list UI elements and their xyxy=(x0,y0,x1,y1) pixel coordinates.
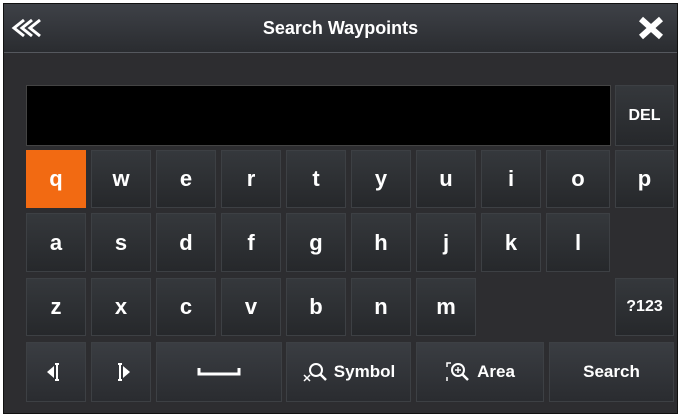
search-waypoints-dialog: Search Waypoints DEL q w e r t y u i o p… xyxy=(3,3,678,414)
symbol-button[interactable]: Symbol xyxy=(286,342,411,402)
key-l[interactable]: l xyxy=(546,213,610,272)
key-j[interactable]: j xyxy=(416,213,476,272)
area-label: Area xyxy=(477,362,515,381)
key-x[interactable]: x xyxy=(91,278,151,336)
page-title: Search Waypoints xyxy=(262,18,419,38)
close-icon xyxy=(638,16,664,40)
symbol-label: Symbol xyxy=(333,362,396,381)
space-bar-icon xyxy=(197,368,241,376)
key-q[interactable]: q xyxy=(26,150,86,208)
close-button[interactable] xyxy=(631,10,671,46)
key-v[interactable]: v xyxy=(221,278,281,336)
key-p[interactable]: p xyxy=(615,150,674,208)
key-s[interactable]: s xyxy=(91,213,151,272)
key-u[interactable]: u xyxy=(416,150,476,208)
search-input[interactable] xyxy=(26,85,611,146)
area-search-icon xyxy=(446,362,469,381)
key-f[interactable]: f xyxy=(221,213,281,272)
key-y[interactable]: y xyxy=(351,150,411,208)
key-o[interactable]: o xyxy=(546,150,610,208)
cursor-right-icon xyxy=(118,363,130,381)
key-n[interactable]: n xyxy=(351,278,411,336)
key-d[interactable]: d xyxy=(156,213,216,272)
key-z[interactable]: z xyxy=(26,278,86,336)
key-w[interactable]: w xyxy=(91,150,151,208)
key-m[interactable]: m xyxy=(416,278,476,336)
key-k[interactable]: k xyxy=(481,213,541,272)
key-r[interactable]: r xyxy=(221,150,281,208)
key-h[interactable]: h xyxy=(351,213,411,272)
key-e[interactable]: e xyxy=(156,150,216,208)
key-t[interactable]: t xyxy=(286,150,346,208)
title-bar: Search Waypoints xyxy=(4,4,677,53)
search-button[interactable]: Search xyxy=(549,342,674,402)
key-i[interactable]: i xyxy=(481,150,541,208)
space-key[interactable] xyxy=(156,342,282,402)
key-a[interactable]: a xyxy=(26,213,86,272)
delete-key[interactable]: DEL xyxy=(615,85,674,146)
cursor-left-icon xyxy=(47,363,59,381)
cursor-right-button[interactable] xyxy=(91,342,151,402)
symbol-search-icon xyxy=(303,363,327,382)
key-b[interactable]: b xyxy=(286,278,346,336)
cursor-left-button[interactable] xyxy=(26,342,86,402)
area-button[interactable]: Area xyxy=(416,342,544,402)
numbers-key[interactable]: ?123 xyxy=(615,278,674,336)
key-g[interactable]: g xyxy=(286,213,346,272)
key-c[interactable]: c xyxy=(156,278,216,336)
